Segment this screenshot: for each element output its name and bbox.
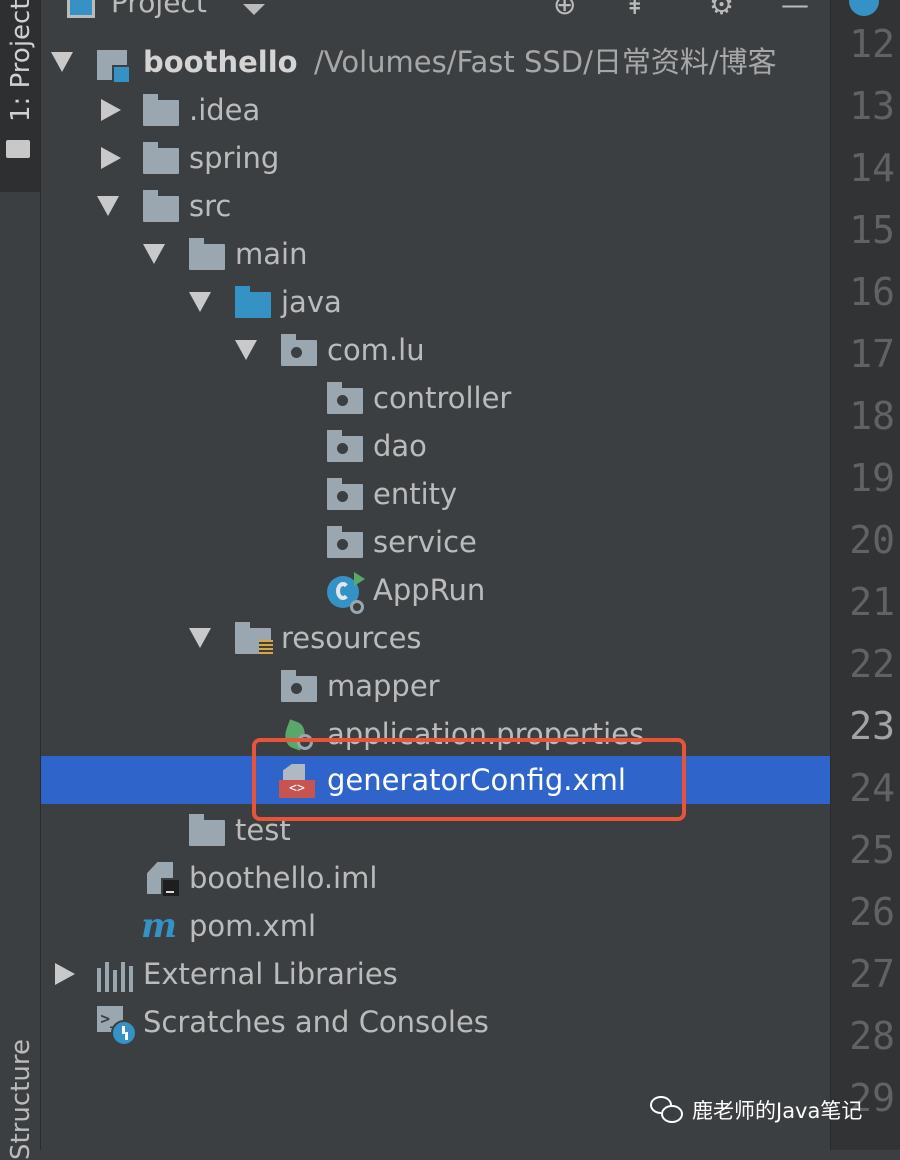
expand-arrow-icon[interactable] — [189, 628, 211, 648]
tree-item-label: src — [189, 189, 232, 223]
line-number: 19 — [849, 456, 895, 500]
expand-arrow-icon[interactable] — [97, 196, 119, 216]
tree-item-service[interactable]: service — [41, 518, 830, 566]
maven-icon: m — [141, 906, 177, 946]
line-number: 27 — [849, 952, 895, 996]
line-number: 13 — [849, 84, 895, 128]
line-number: 22 — [849, 642, 895, 686]
folder-icon — [143, 190, 179, 222]
tree-item-apprun[interactable]: AppRun — [41, 566, 830, 614]
tree-item-pom-xml[interactable]: m pom.xml — [41, 902, 830, 950]
tree-item-label: controller — [373, 381, 512, 415]
line-number: 25 — [849, 828, 895, 872]
tree-item-label: com.lu — [327, 333, 425, 367]
package-icon — [281, 334, 317, 366]
tree-item-main[interactable]: main — [41, 230, 830, 278]
project-tree: boothello /Volumes/Fast SSD/日常资料/博客 .ide… — [41, 0, 830, 1150]
expand-arrow-icon[interactable] — [235, 340, 257, 360]
tree-item-label: pom.xml — [189, 909, 317, 943]
tree-item-label: java — [281, 285, 342, 319]
line-number: 23 — [849, 704, 895, 748]
folder-icon — [143, 142, 179, 174]
wechat-icon — [650, 1096, 684, 1124]
folder-icon — [6, 140, 30, 158]
tree-item-label: AppRun — [373, 573, 486, 607]
line-number: 26 — [849, 890, 895, 934]
tree-item-label: main — [235, 237, 308, 271]
line-number: 16 — [849, 270, 895, 314]
line-number: 17 — [849, 332, 895, 376]
line-number: 20 — [849, 518, 895, 562]
root-module-name: boothello — [143, 45, 298, 79]
watermark-text: 鹿老师的Java笔记 — [692, 1099, 863, 1123]
tree-item-java[interactable]: java — [41, 278, 830, 326]
library-icon — [97, 962, 133, 992]
collapsed-arrow-icon[interactable] — [55, 963, 75, 985]
tree-item-label: Scratches and Consoles — [143, 1005, 489, 1039]
scratches-icon: >_ — [97, 1006, 137, 1046]
root-module-path: /Volumes/Fast SSD/日常资料/博客 — [314, 45, 777, 79]
line-number: 28 — [849, 1014, 895, 1058]
tree-item-label: .idea — [189, 93, 261, 127]
tree-item-boothello-iml[interactable]: boothello.iml — [41, 854, 830, 902]
structure-tool-tab[interactable]: Structure — [6, 1039, 36, 1160]
package-icon — [327, 478, 363, 510]
tool-window-strip: 1: Project Structure — [0, 0, 41, 1160]
tree-item-spring[interactable]: spring — [41, 134, 830, 182]
collapsed-arrow-icon[interactable] — [101, 99, 121, 121]
spring-boot-class-icon — [327, 572, 365, 614]
tree-item-controller[interactable]: controller — [41, 374, 830, 422]
tree-item-entity[interactable]: entity — [41, 470, 830, 518]
folder-icon — [189, 238, 225, 270]
tree-item-idea[interactable]: .idea — [41, 86, 830, 134]
package-icon — [327, 382, 363, 414]
expand-arrow-icon[interactable] — [143, 244, 165, 264]
tree-item-label: mapper — [327, 669, 440, 703]
folder-icon — [189, 814, 225, 846]
annotation-highlight-box — [252, 738, 686, 821]
expand-arrow-icon[interactable] — [51, 52, 73, 72]
tree-item-dao[interactable]: dao — [41, 422, 830, 470]
package-icon — [281, 670, 317, 702]
tree-item-resources[interactable]: resources — [41, 614, 830, 662]
tree-item-label: External Libraries — [143, 957, 398, 991]
tree-item-com-lu[interactable]: com.lu — [41, 326, 830, 374]
tree-item-label: resources — [281, 621, 422, 655]
tree-item-mapper[interactable]: mapper — [41, 662, 830, 710]
editor-tab-icon[interactable] — [849, 0, 879, 16]
project-tab-label: 1: Project — [6, 0, 36, 122]
watermark: 鹿老师的Java笔记 — [650, 1090, 862, 1130]
tree-item-label: entity — [373, 477, 458, 511]
tree-item-label: spring — [189, 141, 280, 175]
line-number: 12 — [849, 22, 895, 66]
line-number: 18 — [849, 394, 895, 438]
tree-item-root[interactable]: boothello /Volumes/Fast SSD/日常资料/博客 — [41, 38, 830, 86]
tree-item-label: boothello.iml — [189, 861, 378, 895]
iml-file-icon — [147, 862, 181, 898]
module-icon — [97, 50, 131, 84]
line-number: 14 — [849, 146, 895, 190]
source-folder-icon — [235, 286, 271, 318]
folder-icon — [143, 94, 179, 126]
expand-arrow-icon[interactable] — [189, 292, 211, 312]
collapsed-arrow-icon[interactable] — [101, 147, 121, 169]
tree-item-label: service — [373, 525, 477, 559]
resources-folder-icon — [235, 622, 273, 656]
tree-item-src[interactable]: src — [41, 182, 830, 230]
package-icon — [327, 526, 363, 558]
tree-item-external-libraries[interactable]: External Libraries — [41, 950, 830, 998]
tree-item-label: dao — [373, 429, 427, 463]
line-number: 15 — [849, 208, 895, 252]
line-number: 21 — [849, 580, 895, 624]
line-number: 24 — [849, 766, 895, 810]
project-tool-tab[interactable]: 1: Project — [0, 0, 40, 192]
tree-item-scratches[interactable]: >_ Scratches and Consoles — [41, 998, 830, 1046]
package-icon — [327, 430, 363, 462]
editor-gutter: 12 13 14 15 16 17 18 19 20 21 22 23 24 25 26 27 28 29 — [830, 0, 900, 1150]
